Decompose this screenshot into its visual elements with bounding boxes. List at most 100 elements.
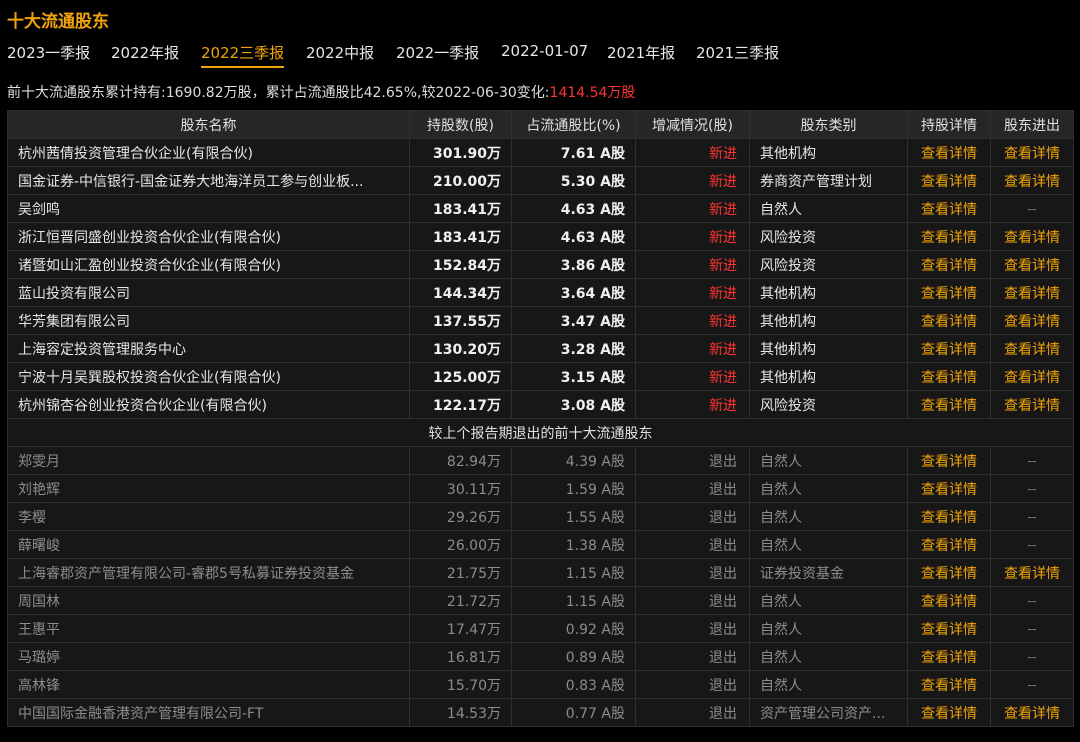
shareholder-row: 诸暨如山汇盈创业投资合伙企业(有限合伙) 152.84万 3.86 A股 新进 风险投资… — [7, 250, 1074, 279]
share-count: 26.00万 — [409, 530, 512, 559]
view-holding-detail-link[interactable]: 查看详情 — [907, 558, 991, 587]
exit-shareholder-row: 高林锋 15.70万 0.83 A股 退出 自然人 查看详情 -- — [7, 670, 1074, 699]
view-holding-detail-link[interactable]: 查看详情 — [907, 586, 991, 615]
shareholder-name: 上海睿郡资产管理有限公司-睿郡5号私募证券投资基金 — [7, 558, 410, 587]
view-inout-detail-link[interactable]: 查看详情 — [990, 334, 1074, 363]
shareholder-row: 华芳集团有限公司 137.55万 3.47 A股 新进 其他机构 查看详情 查看详情 — [7, 306, 1074, 335]
view-holding-detail-link[interactable]: 查看详情 — [907, 614, 991, 643]
change-status: 退出 — [635, 530, 750, 559]
float-ratio: 3.08 A股 — [511, 390, 636, 419]
view-holding-detail-link[interactable]: 查看详情 — [907, 250, 991, 279]
shareholder-name: 周国林 — [7, 586, 410, 615]
view-inout-detail-link[interactable]: 查看详情 — [990, 558, 1074, 587]
shareholder-type: 其他机构 — [749, 306, 908, 335]
shareholder-type: 自然人 — [749, 586, 908, 615]
view-inout-detail-link[interactable]: 查看详情 — [990, 250, 1074, 279]
exit-shareholder-row: 周国林 21.72万 1.15 A股 退出 自然人 查看详情 -- — [7, 586, 1074, 615]
view-holding-detail-link[interactable]: 查看详情 — [907, 334, 991, 363]
view-holding-detail-link[interactable]: 查看详情 — [907, 166, 991, 195]
view-holding-detail-link[interactable]: 查看详情 — [907, 194, 991, 223]
shareholder-row: 上海容定投资管理服务中心 130.20万 3.28 A股 新进 其他机构 查看详情 查看详情 — [7, 334, 1074, 363]
shareholder-name: 宁波十月吴巽股权投资合伙企业(有限合伙) — [7, 362, 410, 391]
float-ratio: 0.92 A股 — [511, 614, 636, 643]
exit-shareholder-row: 李樱 29.26万 1.55 A股 退出 自然人 查看详情 -- — [7, 502, 1074, 531]
tab-2021q3[interactable]: 2021三季报 — [696, 42, 779, 66]
view-inout-detail-link[interactable]: 查看详情 — [990, 362, 1074, 391]
change-status: 退出 — [635, 474, 750, 503]
view-inout-detail-link[interactable]: 查看详情 — [990, 222, 1074, 251]
shareholder-name: 华芳集团有限公司 — [7, 306, 410, 335]
share-count: 137.55万 — [409, 306, 512, 335]
view-inout-detail-link[interactable]: 查看详情 — [990, 390, 1074, 419]
change-status: 退出 — [635, 642, 750, 671]
report-period-tabs: 2023一季报 2022年报 2022三季报 2022中报 2022一季报 20… — [0, 40, 1080, 68]
float-ratio: 4.63 A股 — [511, 194, 636, 223]
share-count: 122.17万 — [409, 390, 512, 419]
share-count: 30.11万 — [409, 474, 512, 503]
view-holding-detail-link[interactable]: 查看详情 — [907, 446, 991, 475]
view-holding-detail-link[interactable]: 查看详情 — [907, 670, 991, 699]
view-holding-detail-link[interactable]: 查看详情 — [907, 502, 991, 531]
shareholder-name: 王惠平 — [7, 614, 410, 643]
shareholder-row: 杭州茜倩投资管理合伙企业(有限合伙) 301.90万 7.61 A股 新进 其他机构 查看… — [7, 138, 1074, 167]
tab-2022q3[interactable]: 2022三季报 — [201, 42, 285, 68]
inout-placeholder: -- — [990, 586, 1074, 615]
view-holding-detail-link[interactable]: 查看详情 — [907, 306, 991, 335]
exit-shareholder-row: 上海睿郡资产管理有限公司-睿郡5号私募证券投资基金 21.75万 1.15 A股 退出… — [7, 558, 1074, 587]
tab-2022-01-07[interactable]: 2022-01-07 — [501, 42, 588, 63]
shareholder-name: 马璐婷 — [7, 642, 410, 671]
float-ratio: 0.83 A股 — [511, 670, 636, 699]
view-holding-detail-link[interactable]: 查看详情 — [907, 530, 991, 559]
view-holding-detail-link[interactable]: 查看详情 — [907, 642, 991, 671]
shareholder-type: 自然人 — [749, 530, 908, 559]
share-count: 152.84万 — [409, 250, 512, 279]
view-inout-detail-link[interactable]: 查看详情 — [990, 278, 1074, 307]
tab-2022-annual[interactable]: 2022年报 — [111, 42, 179, 66]
tab-2022q1[interactable]: 2022一季报 — [396, 42, 479, 66]
section-title: 十大流通股东 — [7, 12, 109, 32]
shareholder-name: 李樱 — [7, 502, 410, 531]
share-count: 183.41万 — [409, 222, 512, 251]
tab-2023q1[interactable]: 2023一季报 — [7, 42, 90, 66]
view-inout-detail-link[interactable]: 查看详情 — [990, 166, 1074, 195]
float-ratio: 5.30 A股 — [511, 166, 636, 195]
change-status: 退出 — [635, 502, 750, 531]
float-ratio: 4.39 A股 — [511, 446, 636, 475]
exit-section-label: 较上个报告期退出的前十大流通股东 — [7, 418, 1074, 447]
view-holding-detail-link[interactable]: 查看详情 — [907, 138, 991, 167]
view-inout-detail-link[interactable]: 查看详情 — [990, 138, 1074, 167]
shareholder-type: 自然人 — [749, 670, 908, 699]
view-holding-detail-link[interactable]: 查看详情 — [907, 474, 991, 503]
share-count: 21.72万 — [409, 586, 512, 615]
shareholder-name: 郑雯月 — [7, 446, 410, 475]
shareholder-type: 自然人 — [749, 474, 908, 503]
shareholder-name: 浙江恒晋同盛创业投资合伙企业(有限合伙) — [7, 222, 410, 251]
shareholders-table: 股东名称 持股数(股) 占流通股比(%) 增减情况(股) 股东类别 持股详情 股… — [7, 110, 1074, 727]
float-ratio: 3.64 A股 — [511, 278, 636, 307]
holdings-summary: 前十大流通股东累计持有:1690.82万股，累计占流通股比42.65%,较202… — [7, 82, 635, 102]
tab-2021-annual[interactable]: 2021年报 — [607, 42, 675, 66]
float-ratio: 1.59 A股 — [511, 474, 636, 503]
view-holding-detail-link[interactable]: 查看详情 — [907, 698, 991, 727]
view-holding-detail-link[interactable]: 查看详情 — [907, 390, 991, 419]
view-inout-detail-link[interactable]: 查看详情 — [990, 698, 1074, 727]
inout-placeholder: -- — [990, 474, 1074, 503]
share-count: 16.81万 — [409, 642, 512, 671]
view-inout-detail-link[interactable]: 查看详情 — [990, 306, 1074, 335]
change-status: 退出 — [635, 586, 750, 615]
col-header-ratio: 占流通股比(%) — [511, 110, 636, 139]
view-holding-detail-link[interactable]: 查看详情 — [907, 222, 991, 251]
exit-shareholder-row: 王惠平 17.47万 0.92 A股 退出 自然人 查看详情 -- — [7, 614, 1074, 643]
change-status: 新进 — [635, 222, 750, 251]
change-status: 退出 — [635, 698, 750, 727]
float-ratio: 3.47 A股 — [511, 306, 636, 335]
view-holding-detail-link[interactable]: 查看详情 — [907, 362, 991, 391]
share-count: 125.00万 — [409, 362, 512, 391]
shareholder-name: 吴剑鸣 — [7, 194, 410, 223]
float-ratio: 3.28 A股 — [511, 334, 636, 363]
exit-shareholder-row: 刘艳辉 30.11万 1.59 A股 退出 自然人 查看详情 -- — [7, 474, 1074, 503]
view-holding-detail-link[interactable]: 查看详情 — [907, 278, 991, 307]
tab-2022-interim[interactable]: 2022中报 — [306, 42, 374, 66]
change-status: 新进 — [635, 306, 750, 335]
change-status: 退出 — [635, 446, 750, 475]
